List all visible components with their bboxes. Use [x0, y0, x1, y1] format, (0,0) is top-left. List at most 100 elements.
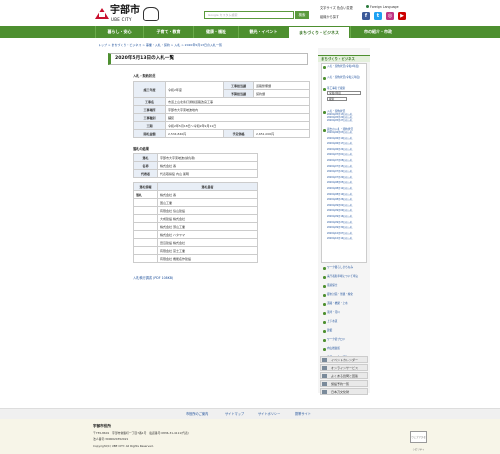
sidebar-mini-link[interactable]: 2020年07月15日の入札 — [327, 165, 362, 169]
page: 宇部市 UBE CITY Google カスタム検索 検索 文字サイズ 色合い変… — [0, 0, 500, 454]
footer-link-policy[interactable]: サイトポリシー — [258, 411, 280, 416]
sidebar-mini-link[interactable]: 2020年09月23日の入札 — [327, 221, 362, 225]
sidebar-mini-link[interactable]: 2020年10月14日の入札 — [327, 238, 362, 241]
twitter-icon[interactable]: t — [374, 12, 382, 20]
search-input[interactable]: Google カスタム検索 — [204, 11, 294, 19]
sidebar-mini-link[interactable]: 2020年06月03日の入札 — [327, 131, 362, 135]
city-logo-icon[interactable] — [95, 8, 109, 19]
sidebar-banner[interactable]: イベントカレンダー — [320, 356, 368, 363]
nav-item-tourism[interactable]: 観光・イベント — [238, 26, 288, 38]
table-header: 工事名 — [133, 97, 166, 106]
bullet-icon — [323, 77, 326, 80]
sidebar-mini-link[interactable]: 2020年06月10日の入札 — [327, 137, 362, 141]
sidebar-mini-link[interactable]: 2020年05月27日の入札 — [327, 119, 362, 123]
sidebar-mini-link[interactable]: 2020年10月07日の入札 — [327, 232, 362, 236]
sidebar-mini-link[interactable]: 2020年07月22日の入札 — [327, 170, 362, 174]
sidebar-mini-link[interactable]: 2020年08月12日の入札 — [327, 187, 362, 191]
sidebar-category-link[interactable]: ワーク暮らしまちなみ — [327, 266, 353, 269]
accessibility-links[interactable]: 文字サイズ 色合い変更 — [320, 5, 353, 10]
table-cell: 宇部市大字東岐波(請負者) — [157, 153, 258, 162]
sidebar-banner[interactable]: よくある質問と回答 — [320, 372, 368, 379]
sidebar-mini-link[interactable]: 2020年06月24日の入札 — [327, 148, 362, 152]
sidebar-mini-link[interactable]: 2020年08月19日の入札 — [327, 193, 362, 197]
sidebar-banner[interactable]: オンラインサービス — [320, 364, 368, 371]
sidebar-banner[interactable]: 施設予約一覧 — [320, 380, 368, 387]
table-header: 開札金額 — [133, 129, 166, 138]
facebook-icon[interactable]: f — [362, 12, 370, 20]
table-cell: 株式会社 頭山工業 — [157, 222, 258, 231]
bullet-icon — [323, 294, 326, 297]
sidebar-category-link[interactable]: 道路・橋梁・上水 — [327, 302, 348, 305]
nav-item-city[interactable]: 市の紹介・市政 — [350, 26, 405, 38]
instagram-icon[interactable]: ◎ — [386, 12, 394, 20]
footer-corp-number: 法人番号:3000020352021 — [93, 437, 129, 441]
sidebar-category-link[interactable]: 内山推進館 — [327, 347, 340, 350]
table-cell: 落札 — [133, 190, 158, 199]
sidebar-mini-link[interactable]: 2020年07月08日の入札 — [327, 159, 362, 163]
youtube-icon[interactable]: ▶ — [398, 12, 406, 20]
sidebar-category-link[interactable]: 港湾・河川 — [327, 311, 340, 314]
sidebar-mini-link[interactable]: 2020年09月16日の入札 — [327, 215, 362, 219]
result-table: 落札 宇部市大字東岐波(請負者) 名称 株式会社 番 代表者 代表取締役 内山 … — [133, 153, 258, 178]
table-cell: 代表取締役 内山 憲明 — [157, 169, 258, 178]
table-cell: 有限会社 協山建設 — [157, 206, 258, 215]
organization-link[interactable]: 組織から探す — [320, 14, 339, 19]
bullet-icon — [323, 303, 326, 306]
footer-link-guide[interactable]: 市役所のご案内 — [186, 411, 208, 416]
sidebar-mini-link[interactable]: 2020年09月09日の入札 — [327, 210, 362, 213]
sidebar-mini-link[interactable]: 2020年08月26日の入札 — [327, 198, 362, 202]
footer-link-mobile[interactable]: 携帯サイト — [295, 411, 311, 416]
sidebar-mini-link[interactable]: 2020年09月02日の入札 — [327, 204, 362, 208]
bullet-icon — [323, 88, 326, 91]
nav-item-childcare[interactable]: 子育て・教育 — [143, 26, 193, 38]
sidebar-category-link[interactable]: 環境保全 — [327, 284, 337, 287]
search-button[interactable]: 検索 — [295, 11, 309, 19]
sidebar-search-button[interactable]: 検索 — [327, 97, 347, 101]
pdf-download-link[interactable]: 入札執行調書 (PDF 108KB) — [133, 275, 173, 280]
table-cell: 2,534,840円 — [165, 129, 224, 138]
sidebar-banner[interactable]: 日本刀文化財 — [320, 388, 368, 395]
sidebar-mini-link[interactable]: 2020年09月30日の入札 — [327, 226, 362, 230]
sidebar-mini-link[interactable]: 2020年07月01日の入札 — [327, 154, 362, 157]
table-cell: 市道上山北条打通線道路改良工事 — [165, 97, 310, 106]
bullet-icon — [323, 267, 326, 270]
sidebar-category-link[interactable]: 来庁者駐車場について申込 — [327, 275, 358, 278]
nav-item-business[interactable]: まちづくり・ビジネス — [288, 26, 350, 38]
bullet-icon — [323, 276, 326, 279]
bullet-icon — [323, 285, 326, 288]
table-header: 落札 — [133, 153, 158, 162]
table-cell: 株式会社 番 — [157, 190, 258, 199]
table-cell: 田辺建設 株式会社 — [157, 238, 258, 247]
sidebar-mini-link[interactable]: 2020年07月29日の入札 — [327, 176, 362, 180]
table-cell: 株式会社 ハタヤマ — [157, 230, 258, 239]
table-cell: 舗装 — [165, 113, 310, 122]
breadcrumb[interactable]: トップ > まちづくり・ビジネス > 事業・入札・契約 > 入札 > 2020年… — [98, 43, 222, 47]
section-heading-result: 落札の結果 — [133, 147, 149, 151]
table-cell: 株式会社 番 — [157, 161, 258, 170]
foreign-language-link[interactable]: Foreign Language — [370, 5, 399, 9]
footer-address: 〒755-8601 宇部市常盤町一丁目7番1号 電話番号:0836-31-411… — [93, 431, 189, 435]
accessibility-badge: ウェブアクセシビリティ — [410, 431, 427, 451]
banner-icon — [322, 357, 327, 362]
year-select[interactable]: 令和2年度 — [327, 91, 361, 95]
bullet-icon — [323, 330, 326, 333]
sidebar-category-link[interactable]: 都市計画・景観・緑化 — [327, 293, 353, 296]
bullet-icon — [323, 66, 326, 69]
nav-item-health[interactable]: 健康・福祉 — [193, 26, 238, 38]
sidebar-category-link[interactable]: 建築 — [327, 329, 332, 332]
table-cell — [133, 214, 158, 223]
table-header: 代表者 — [133, 169, 158, 178]
nav-item-living[interactable]: 暮らし・安心 — [95, 26, 143, 38]
site-logo-text[interactable]: 宇部市 — [110, 6, 140, 16]
footer-link-sitemap[interactable]: サイトマップ — [225, 411, 244, 416]
sidebar-link[interactable]: 入札・契約状況(令和2年度) — [327, 65, 359, 68]
bullet-icon — [323, 111, 326, 114]
sidebar-link[interactable]: 入札・契約状況(令和元年度) — [327, 76, 360, 79]
bullet-icon — [323, 129, 326, 132]
sidebar-link[interactable]: 等工事名で検索 — [327, 87, 345, 90]
sidebar-category-link[interactable]: 上下水道 — [327, 320, 337, 323]
sidebar-mini-link[interactable]: 2020年08月05日の入札 — [327, 182, 362, 185]
table-header: 予算担当課 — [223, 89, 254, 98]
sidebar-mini-link[interactable]: 2020年06月17日の入札 — [327, 142, 362, 146]
sidebar-category-link[interactable]: ワーク宿プロジ — [327, 338, 345, 341]
